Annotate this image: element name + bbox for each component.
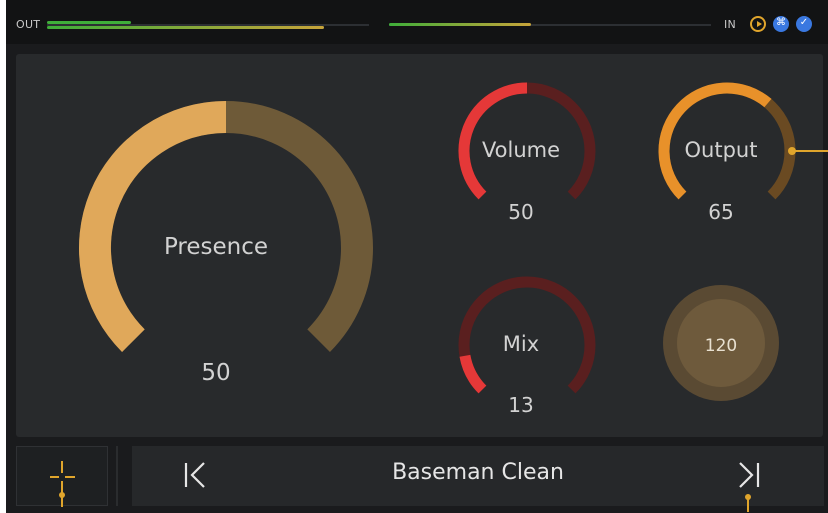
skip-next-icon[interactable] <box>730 457 766 493</box>
presence-value: 50 <box>201 360 231 386</box>
presence-knob-fill <box>79 101 227 352</box>
mix-knob-fill <box>459 354 487 394</box>
device-screen: OUT IN ⌘ ✓ Presence 50 Volume 50 Output … <box>6 0 828 513</box>
volume-value: 50 <box>508 200 534 224</box>
tap-tempo-label: 120 <box>704 336 738 356</box>
bottom-divider <box>116 446 118 506</box>
tap-tempo-button[interactable]: 120 <box>663 285 779 401</box>
presence-knob[interactable] <box>79 101 373 352</box>
tuner-button[interactable] <box>16 446 108 507</box>
mix-value: 13 <box>508 393 534 417</box>
preset-selector: Baseman Clean <box>132 446 824 512</box>
preset-name[interactable]: Baseman Clean <box>132 460 824 485</box>
next-connector <box>745 494 751 512</box>
crosshair-icon <box>50 461 75 507</box>
output-label: Output <box>684 138 758 162</box>
mix-label: Mix <box>502 332 540 356</box>
output-value: 65 <box>708 200 734 224</box>
presence-label: Presence <box>163 234 269 260</box>
volume-label: Volume <box>481 138 561 162</box>
